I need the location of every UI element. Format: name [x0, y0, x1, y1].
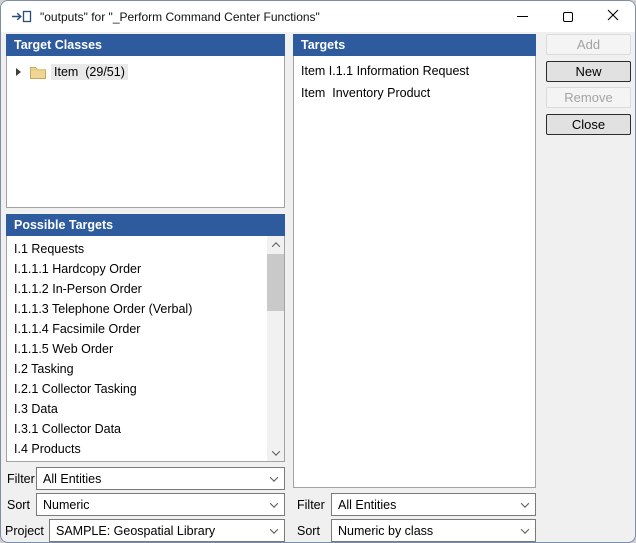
sort-label-left: Sort [7, 493, 30, 516]
project-label: Project [5, 519, 44, 542]
possible-targets-header: Possible Targets [6, 214, 285, 236]
list-item[interactable]: I.1.1.1 Hardcopy Order [7, 259, 267, 279]
scrollbar[interactable] [267, 236, 284, 461]
close-window-button[interactable] [590, 1, 635, 32]
list-item[interactable]: I.1.1.5 Web Order [7, 339, 267, 359]
scroll-down-button[interactable] [267, 444, 284, 461]
chevron-down-icon [522, 528, 528, 534]
maximize-button[interactable] [545, 1, 590, 32]
tree-item-label: Item (29/51) [51, 64, 128, 80]
project-select[interactable]: SAMPLE: Geospatial Library [49, 519, 285, 542]
scrollbar-thumb[interactable] [267, 254, 284, 311]
list-item[interactable]: I.1 Requests [7, 239, 267, 259]
target-classes-header: Target Classes [6, 34, 285, 56]
maximize-icon [563, 12, 573, 22]
minimize-icon [517, 16, 528, 17]
chevron-down-icon [271, 502, 277, 508]
list-item[interactable]: I.3 Data [7, 399, 267, 419]
minimize-button[interactable] [500, 1, 545, 32]
filter-label-right: Filter [297, 493, 325, 516]
chevron-down-icon [522, 502, 528, 508]
add-button[interactable]: Add [546, 34, 631, 55]
sort-select-right-value: Numeric by class [338, 524, 433, 538]
possible-targets-list: I.1 Requests I.1.1.1 Hardcopy Order I.1.… [6, 236, 285, 462]
list-item[interactable]: I.4 Products [7, 439, 267, 459]
target-classes-tree: Item (29/51) [6, 56, 285, 208]
folder-icon [30, 66, 46, 79]
expand-arrow-icon[interactable] [16, 68, 21, 76]
chevron-down-icon [271, 528, 277, 534]
filter-select-right[interactable]: All Entities [331, 493, 536, 516]
targets-header: Targets [293, 34, 536, 56]
tree-item-item-class[interactable]: Item (29/51) [7, 61, 284, 83]
sort-select-left[interactable]: Numeric [36, 493, 285, 516]
window-icon [12, 10, 32, 23]
new-button[interactable]: New [546, 61, 631, 82]
titlebar: "outputs" for "_Perform Command Center F… [1, 1, 635, 32]
chevron-up-icon [271, 242, 279, 250]
chevron-down-icon [271, 447, 279, 455]
list-item[interactable]: I.1.1.2 In-Person Order [7, 279, 267, 299]
close-icon [607, 9, 619, 24]
project-select-value: SAMPLE: Geospatial Library [56, 524, 215, 538]
list-item[interactable]: I.2 Tasking [7, 359, 267, 379]
window-title: "outputs" for "_Perform Command Center F… [40, 10, 320, 24]
list-item[interactable]: I.2.1 Collector Tasking [7, 379, 267, 399]
sort-select-left-value: Numeric [43, 498, 90, 512]
chevron-down-icon [271, 476, 277, 482]
filter-select-left[interactable]: All Entities [36, 467, 285, 490]
list-item[interactable]: Item Inventory Product [294, 82, 535, 104]
filter-label-left: Filter [7, 467, 35, 490]
list-item[interactable]: I.1.1.4 Facsimile Order [7, 319, 267, 339]
remove-button[interactable]: Remove [546, 87, 631, 108]
list-item[interactable]: I.1.1.3 Telephone Order (Verbal) [7, 299, 267, 319]
targets-list: Item I.1.1 Information Request Item Inve… [293, 56, 536, 488]
list-item[interactable]: I.3.1 Collector Data [7, 419, 267, 439]
close-button[interactable]: Close [546, 114, 631, 135]
sort-select-right[interactable]: Numeric by class [331, 519, 536, 542]
filter-select-right-value: All Entities [338, 498, 396, 512]
dialog-window: "outputs" for "_Perform Command Center F… [0, 0, 636, 543]
scroll-up-button[interactable] [267, 236, 284, 253]
sort-label-right: Sort [297, 519, 320, 542]
list-item[interactable]: Item I.1.1 Information Request [294, 60, 535, 82]
filter-select-left-value: All Entities [43, 472, 101, 486]
